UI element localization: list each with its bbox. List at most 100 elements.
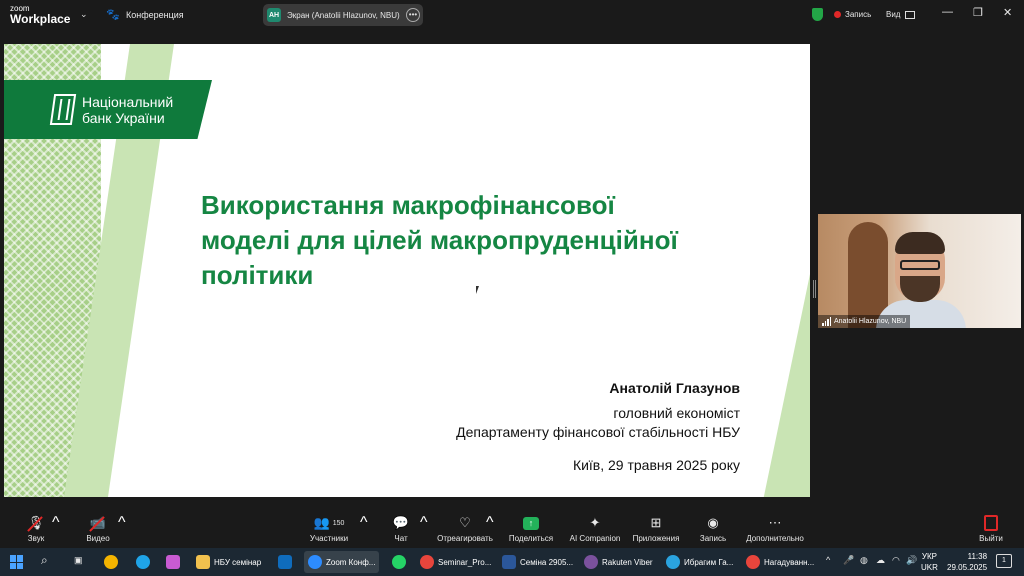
slide-place-date: Київ, 29 травня 2025 року: [572, 457, 740, 473]
clock-date: 29.05.2025: [947, 563, 988, 572]
system-clock[interactable]: 11:38 29.05.2025: [947, 551, 987, 573]
participant-name-label: Anatolii Hlazunov, NBU: [818, 315, 911, 328]
participant-name: Anatolii Hlazunov, NBU: [834, 318, 907, 325]
ai-companion-button[interactable]: ✦ AI Companion: [568, 514, 622, 543]
task-view-icon[interactable]: ▣: [74, 555, 83, 566]
tray-cloud-icon[interactable]: ☁: [876, 555, 885, 566]
leave-label: Выйти: [979, 534, 1003, 543]
apps-label: Приложения: [632, 534, 680, 543]
react-label: Отреагировать: [437, 534, 493, 543]
chat-button[interactable]: 💬 Чат: [386, 514, 416, 543]
video-person-beard: [900, 276, 940, 302]
notification-icon[interactable]: 1: [996, 554, 1012, 568]
participants-count: 150: [332, 519, 345, 527]
taskbar-item-seminar-pro[interactable]: Seminar_Pro...: [420, 551, 491, 573]
chrome-app-icon: [746, 555, 760, 569]
panel-resize-handle[interactable]: [813, 280, 816, 298]
presenter-avatar: AH: [267, 8, 281, 22]
share-screen-icon: ↑: [523, 516, 539, 530]
clock-time: 11:38: [967, 552, 988, 561]
signal-bars-icon: [822, 317, 831, 326]
more-label: Дополнительно: [746, 534, 804, 543]
sparkle-icon: ✦: [589, 515, 601, 530]
leave-button[interactable]: Выйти: [976, 514, 1006, 543]
language-line-1: УКР: [921, 552, 937, 561]
chat-options-caret-icon[interactable]: ^: [420, 514, 428, 532]
chevron-down-icon[interactable]: ⌄: [80, 9, 88, 20]
whatsapp-pinned-icon[interactable]: [392, 551, 406, 573]
taskbar-item-label: Zoom Конф...: [326, 557, 376, 567]
screen-share-pill[interactable]: AH Экран (Anatolii Hlazunov, NBU) •••: [263, 4, 423, 26]
slide-title-line-2: моделі для цілей макропруденційної: [201, 225, 678, 255]
taskbar-item-viber[interactable]: Rakuten Viber: [584, 551, 653, 573]
more-button[interactable]: ⋯ Дополнительно: [744, 514, 806, 543]
microphone-muted-icon: 🎙: [27, 515, 45, 530]
zoom-app-icon: [308, 555, 322, 569]
slide-department: Департаменту фінансової стабільності НБУ: [456, 424, 740, 440]
taskbar-item-label: Rakuten Viber: [602, 557, 653, 567]
tray-app-icon[interactable]: ◍: [860, 555, 868, 566]
mouse-cursor-icon: [476, 286, 479, 294]
keyboard-language[interactable]: УКР UKR: [921, 551, 938, 573]
audio-button[interactable]: 🎙 Звук: [20, 514, 52, 543]
video-options-caret-icon[interactable]: ^: [118, 514, 126, 532]
paw-icon[interactable]: 🐾: [106, 8, 120, 21]
tray-microphone-icon[interactable]: 🎤: [843, 555, 854, 566]
taskbar-item-reminder[interactable]: Нагадуванн...: [746, 551, 814, 573]
ai-companion-label: AI Companion: [569, 534, 621, 543]
taskbar-item-telegram[interactable]: Ибрагим Га...: [666, 551, 733, 573]
chrome-pinned-icon[interactable]: [104, 551, 118, 573]
outlook-pinned-icon[interactable]: [278, 551, 292, 573]
participants-label: Участники: [309, 534, 349, 543]
speaker-icon[interactable]: 🔊: [906, 555, 917, 566]
recording-dot-icon: [834, 11, 841, 18]
taskbar-item-zoom[interactable]: Zoom Конф...: [304, 551, 380, 573]
audio-options-caret-icon[interactable]: ^: [52, 514, 60, 532]
tray-chevron-up-icon[interactable]: ^: [826, 555, 830, 565]
search-icon[interactable]: ⌕: [41, 553, 48, 568]
copilot-pinned-icon[interactable]: [166, 551, 180, 573]
screen-share-label: Экран (Anatolii Hlazunov, NBU): [287, 10, 400, 20]
camera-off-icon: 📹: [89, 515, 107, 530]
audio-label: Звук: [27, 534, 45, 543]
shield-icon[interactable]: [812, 8, 823, 21]
word-app-icon: [502, 555, 516, 569]
view-grid-icon[interactable]: [905, 11, 915, 19]
apps-button[interactable]: ⊞ Приложения: [630, 514, 682, 543]
wifi-icon[interactable]: ◠: [892, 555, 900, 566]
folder-icon: [196, 555, 210, 569]
minimize-icon[interactable]: —: [942, 6, 953, 18]
recording-label[interactable]: Запись: [845, 10, 871, 19]
share-screen-button[interactable]: ↑ Поделиться: [508, 514, 554, 543]
bank-name: Національний банк України: [82, 94, 173, 126]
more-options-icon[interactable]: •••: [406, 8, 420, 22]
meeting-label[interactable]: Конференция: [126, 10, 184, 20]
taskbar-item-nbu-seminar[interactable]: НБУ семінар: [196, 551, 261, 573]
participants-icon: 👥: [313, 515, 330, 530]
participants-button[interactable]: 👥 150 Участники: [306, 514, 352, 543]
taskbar-item-label: Ибрагим Га...: [684, 557, 734, 567]
video-button[interactable]: 📹 Видео: [82, 514, 114, 543]
view-button[interactable]: Вид: [886, 10, 900, 19]
close-icon[interactable]: ✕: [1003, 6, 1012, 19]
restore-icon[interactable]: ❐: [973, 6, 983, 19]
video-person-glasses: [900, 260, 940, 270]
video-person-hair: [895, 232, 945, 254]
taskbar-item-word-seminar[interactable]: Семіна 2905...: [502, 551, 573, 573]
windows-start-icon[interactable]: [10, 555, 24, 569]
bank-emblem-icon: [49, 94, 77, 125]
meeting-top-bar: zoom Workplace ⌄ 🐾 Конференция AH Экран …: [0, 0, 1024, 30]
react-options-caret-icon[interactable]: ^: [486, 514, 494, 532]
telegram-app-icon: [666, 555, 680, 569]
share-label: Поделиться: [508, 534, 554, 543]
apps-grid-icon: ⊞: [650, 515, 662, 530]
more-dots-icon: ⋯: [768, 515, 782, 530]
language-line-2: UKR: [921, 563, 938, 572]
edge-pinned-icon[interactable]: [136, 551, 150, 573]
bank-name-line-1: Національний: [82, 94, 174, 110]
record-button[interactable]: ◉ Запись: [696, 514, 730, 543]
participant-video-tile[interactable]: Anatolii Hlazunov, NBU: [818, 214, 1021, 328]
record-icon: ◉: [707, 515, 719, 530]
shared-screen-slide: Національний банк України Використання м…: [4, 44, 810, 497]
participants-options-caret-icon[interactable]: ^: [360, 514, 368, 532]
